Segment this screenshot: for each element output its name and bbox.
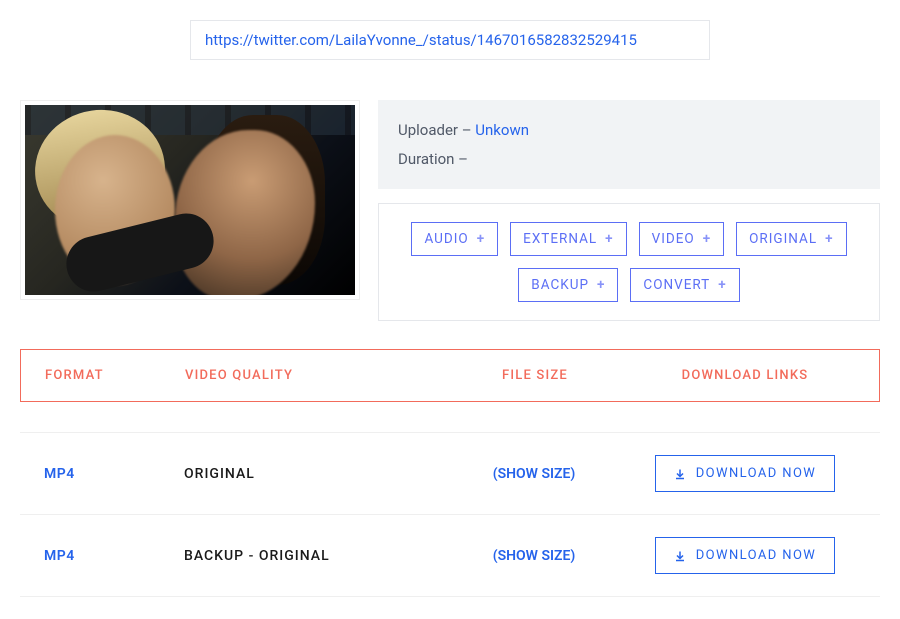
row-format[interactable]: MP4 <box>44 466 184 482</box>
row-quality: BACKUP - ORIGINAL <box>184 548 434 564</box>
download-label: DOWNLOAD NOW <box>696 466 816 481</box>
header-quality: VIDEO QUALITY <box>185 368 435 383</box>
filter-original-button[interactable]: ORIGINAL + <box>736 222 846 256</box>
filter-audio-label: AUDIO <box>424 231 468 247</box>
plus-icon: + <box>605 231 613 247</box>
video-thumbnail <box>20 100 360 300</box>
download-button[interactable]: DOWNLOAD NOW <box>655 537 835 574</box>
download-label: DOWNLOAD NOW <box>696 548 816 563</box>
show-size-button[interactable]: (SHOW SIZE) <box>434 548 634 564</box>
plus-icon: + <box>718 277 726 293</box>
download-button[interactable]: DOWNLOAD NOW <box>655 455 835 492</box>
filter-convert-label: CONVERT <box>643 277 710 293</box>
row-quality: ORIGINAL <box>184 466 434 482</box>
table-row: MP4 ORIGINAL (SHOW SIZE) DOWNLOAD NOW <box>20 432 880 515</box>
filter-convert-button[interactable]: CONVERT + <box>630 268 739 302</box>
filter-original-label: ORIGINAL <box>749 231 817 247</box>
table-header: FORMAT VIDEO QUALITY FILE SIZE DOWNLOAD … <box>20 349 880 402</box>
filter-external-label: EXTERNAL <box>523 231 597 247</box>
filter-external-button[interactable]: EXTERNAL + <box>510 222 626 256</box>
header-size: FILE SIZE <box>435 368 635 383</box>
duration-label: Duration – <box>398 150 468 168</box>
plus-icon: + <box>477 231 485 247</box>
filter-backup-label: BACKUP <box>531 277 589 293</box>
filter-backup-button[interactable]: BACKUP + <box>518 268 618 302</box>
row-format[interactable]: MP4 <box>44 548 184 564</box>
table-row: MP4 BACKUP - ORIGINAL (SHOW SIZE) DOWNLO… <box>20 515 880 597</box>
meta-panel: Uploader – Unkown Duration – <box>378 100 880 189</box>
header-format: FORMAT <box>45 368 185 383</box>
plus-icon: + <box>597 277 605 293</box>
filter-video-button[interactable]: VIDEO + <box>639 222 725 256</box>
header-links: DOWNLOAD LINKS <box>635 368 855 383</box>
filter-panel: AUDIO + EXTERNAL + VIDEO + ORIGINAL + BACKUP… <box>378 203 880 321</box>
download-icon <box>674 468 686 480</box>
filter-video-label: VIDEO <box>652 231 695 247</box>
downloads-table: FORMAT VIDEO QUALITY FILE SIZE DOWNLOAD … <box>20 349 880 597</box>
url-input[interactable] <box>190 20 710 60</box>
uploader-label: Uploader – <box>398 121 475 139</box>
download-icon <box>674 550 686 562</box>
plus-icon: + <box>825 231 833 247</box>
plus-icon: + <box>703 231 711 247</box>
uploader-link[interactable]: Unkown <box>475 121 529 139</box>
filter-audio-button[interactable]: AUDIO + <box>411 222 498 256</box>
show-size-button[interactable]: (SHOW SIZE) <box>434 466 634 482</box>
